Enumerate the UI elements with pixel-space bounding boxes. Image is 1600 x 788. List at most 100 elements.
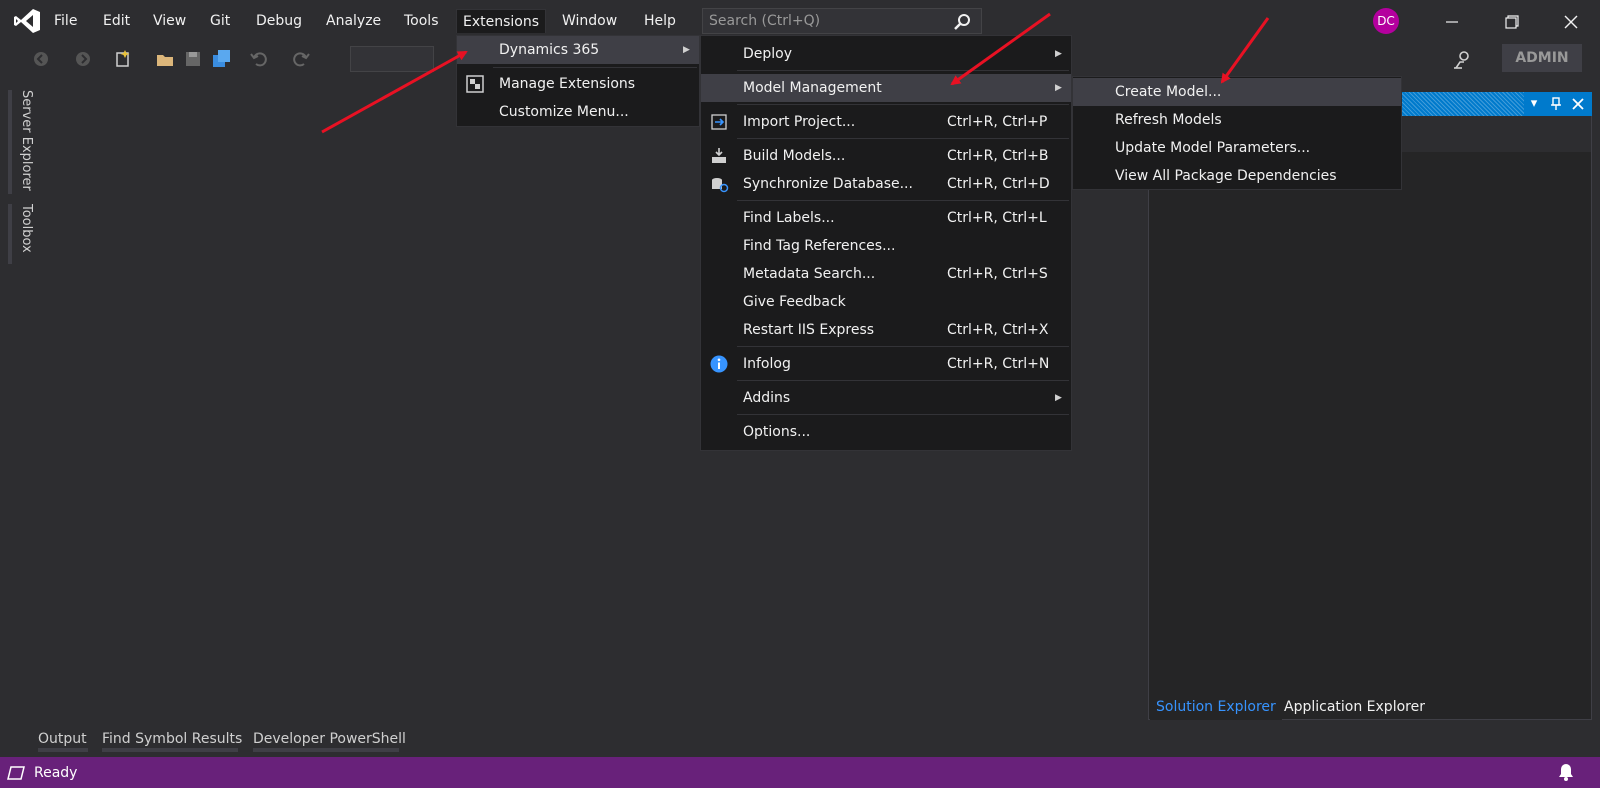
menu-item-import-project[interactable]: Import Project... Ctrl+R, Ctrl+P [701, 108, 1071, 136]
menu-window[interactable]: Window [556, 9, 623, 33]
menu-item-dynamics-365[interactable]: Dynamics 365 ▶ [457, 36, 699, 64]
menu-item-label: Addins [743, 390, 791, 406]
menu-git[interactable]: Git [204, 9, 236, 33]
side-tab-server-explorer[interactable]: Server Explorer [8, 90, 34, 194]
menu-analyze[interactable]: Analyze [320, 9, 387, 33]
menu-item-shortcut: Ctrl+R, Ctrl+D [947, 176, 1050, 192]
side-tab-toolbox[interactable]: Toolbox [8, 204, 34, 264]
menu-separator [737, 200, 1069, 201]
menu-item-label: Customize Menu... [499, 104, 629, 120]
save-all-icon[interactable] [210, 48, 232, 70]
menu-item-refresh-models[interactable]: Refresh Models [1073, 106, 1401, 134]
menu-item-shortcut: Ctrl+R, Ctrl+P [947, 114, 1048, 130]
menu-tools[interactable]: Tools [398, 9, 445, 33]
menu-separator [493, 67, 697, 68]
menu-item-label: Give Feedback [743, 294, 846, 310]
menu-item-addins[interactable]: Addins ▶ [701, 384, 1071, 412]
close-icon[interactable] [1559, 10, 1583, 34]
menu-item-label: Update Model Parameters... [1115, 140, 1311, 156]
admin-button[interactable]: ADMIN [1502, 44, 1582, 72]
menu-item-label: Infolog [743, 356, 791, 372]
search-icon[interactable] [952, 12, 972, 32]
menu-item-shortcut: Ctrl+R, Ctrl+X [947, 322, 1049, 338]
menu-item-shortcut: Ctrl+R, Ctrl+N [947, 356, 1050, 372]
menu-item-give-feedback[interactable]: Give Feedback [701, 288, 1071, 316]
avatar[interactable]: DC [1373, 8, 1399, 34]
menu-item-view-all-package-dependencies[interactable]: View All Package Dependencies [1073, 162, 1401, 190]
build-models-icon [712, 148, 726, 163]
redo-icon[interactable] [290, 48, 312, 70]
menu-item-shortcut: Ctrl+R, Ctrl+S [947, 266, 1048, 282]
menu-file[interactable]: File [48, 9, 83, 33]
menu-item-deploy[interactable]: Deploy ▶ [701, 40, 1071, 68]
panel-close-icon[interactable] [1570, 96, 1586, 112]
menu-item-customize-menu[interactable]: Customize Menu... [457, 98, 699, 126]
menu-edit[interactable]: Edit [97, 9, 136, 33]
restore-icon[interactable] [1500, 10, 1524, 34]
menu-separator [737, 380, 1069, 381]
menu-debug[interactable]: Debug [250, 9, 308, 33]
menu-item-label: Build Models... [743, 148, 846, 164]
dynamics-365-menu: Deploy ▶ Model Management ▶ Import Proje… [700, 35, 1072, 451]
submenu-arrow-icon: ▶ [1055, 393, 1062, 403]
menu-item-restart-iis-express[interactable]: Restart IIS Express Ctrl+R, Ctrl+X [701, 316, 1071, 344]
open-folder-icon[interactable] [154, 48, 176, 70]
submenu-arrow-icon: ▶ [1055, 83, 1062, 93]
tab-developer-powershell[interactable]: Developer PowerShell [253, 726, 406, 752]
tab-find-symbol-results[interactable]: Find Symbol Results [102, 726, 242, 752]
menu-item-options[interactable]: Options... [701, 418, 1071, 446]
menu-item-label: Dynamics 365 [499, 42, 600, 58]
window-position-dropdown-icon[interactable]: ▾ [1526, 96, 1542, 112]
menu-item-model-management[interactable]: Model Management ▶ [701, 74, 1071, 102]
solution-configuration-dropdown[interactable] [350, 46, 434, 72]
navigate-forward-icon[interactable] [72, 48, 94, 70]
menu-item-label: Find Labels... [743, 210, 835, 226]
undo-icon[interactable] [248, 48, 270, 70]
tab-output[interactable]: Output [38, 726, 88, 752]
menu-item-label: Restart IIS Express [743, 322, 875, 338]
menu-item-label: Synchronize Database... [743, 176, 913, 192]
menu-item-find-labels[interactable]: Find Labels... Ctrl+R, Ctrl+L [701, 204, 1071, 232]
tab-application-explorer[interactable]: Application Explorer [1278, 694, 1431, 720]
menu-separator [737, 70, 1069, 71]
menu-item-synchronize-database[interactable]: Synchronize Database... Ctrl+R, Ctrl+D [701, 170, 1071, 198]
menu-separator [737, 346, 1069, 347]
tab-solution-explorer[interactable]: Solution Explorer [1150, 694, 1282, 720]
menu-item-label: Import Project... [743, 114, 856, 130]
menu-item-metadata-search[interactable]: Metadata Search... Ctrl+R, Ctrl+S [701, 260, 1071, 288]
menu-view[interactable]: View [147, 9, 192, 33]
menu-item-find-tag-references[interactable]: Find Tag References... [701, 232, 1071, 260]
ready-status-icon [7, 766, 25, 780]
menu-item-label: View All Package Dependencies [1115, 168, 1337, 184]
status-bar [0, 757, 1600, 788]
status-text: Ready [34, 765, 78, 781]
search-input[interactable]: Search (Ctrl+Q) [702, 8, 982, 34]
menu-item-label: Refresh Models [1115, 112, 1222, 128]
menu-item-shortcut: Ctrl+R, Ctrl+L [947, 210, 1047, 226]
menu-item-update-model-parameters[interactable]: Update Model Parameters... [1073, 134, 1401, 162]
menu-item-infolog[interactable]: Infolog Ctrl+R, Ctrl+N [701, 350, 1071, 378]
minimize-icon[interactable] [1440, 10, 1464, 34]
live-share-feedback-icon[interactable] [1450, 48, 1474, 72]
notifications-bell-icon[interactable] [1556, 762, 1576, 782]
menu-item-create-model[interactable]: Create Model... [1073, 78, 1401, 106]
import-project-icon [711, 114, 727, 130]
info-icon [710, 355, 728, 373]
pin-icon[interactable] [1548, 96, 1564, 112]
menu-item-build-models[interactable]: Build Models... Ctrl+R, Ctrl+B [701, 142, 1071, 170]
menu-extensions[interactable]: Extensions [456, 9, 547, 33]
database-sync-icon [712, 178, 729, 193]
menu-item-label: Deploy [743, 46, 793, 62]
visual-studio-logo-icon[interactable] [12, 6, 42, 36]
navigate-back-icon[interactable] [30, 48, 52, 70]
model-management-menu: Create Model... Refresh Models Update Mo… [1072, 76, 1402, 190]
menu-item-manage-extensions[interactable]: Manage Extensions [457, 70, 699, 98]
submenu-arrow-icon: ▶ [683, 45, 690, 55]
menu-item-label: Model Management [743, 80, 882, 96]
menu-help[interactable]: Help [638, 9, 682, 33]
save-icon[interactable] [182, 48, 204, 70]
new-project-icon[interactable] [112, 48, 134, 70]
extensions-icon [466, 75, 484, 93]
menu-item-shortcut: Ctrl+R, Ctrl+B [947, 148, 1049, 164]
menu-item-label: Metadata Search... [743, 266, 876, 282]
